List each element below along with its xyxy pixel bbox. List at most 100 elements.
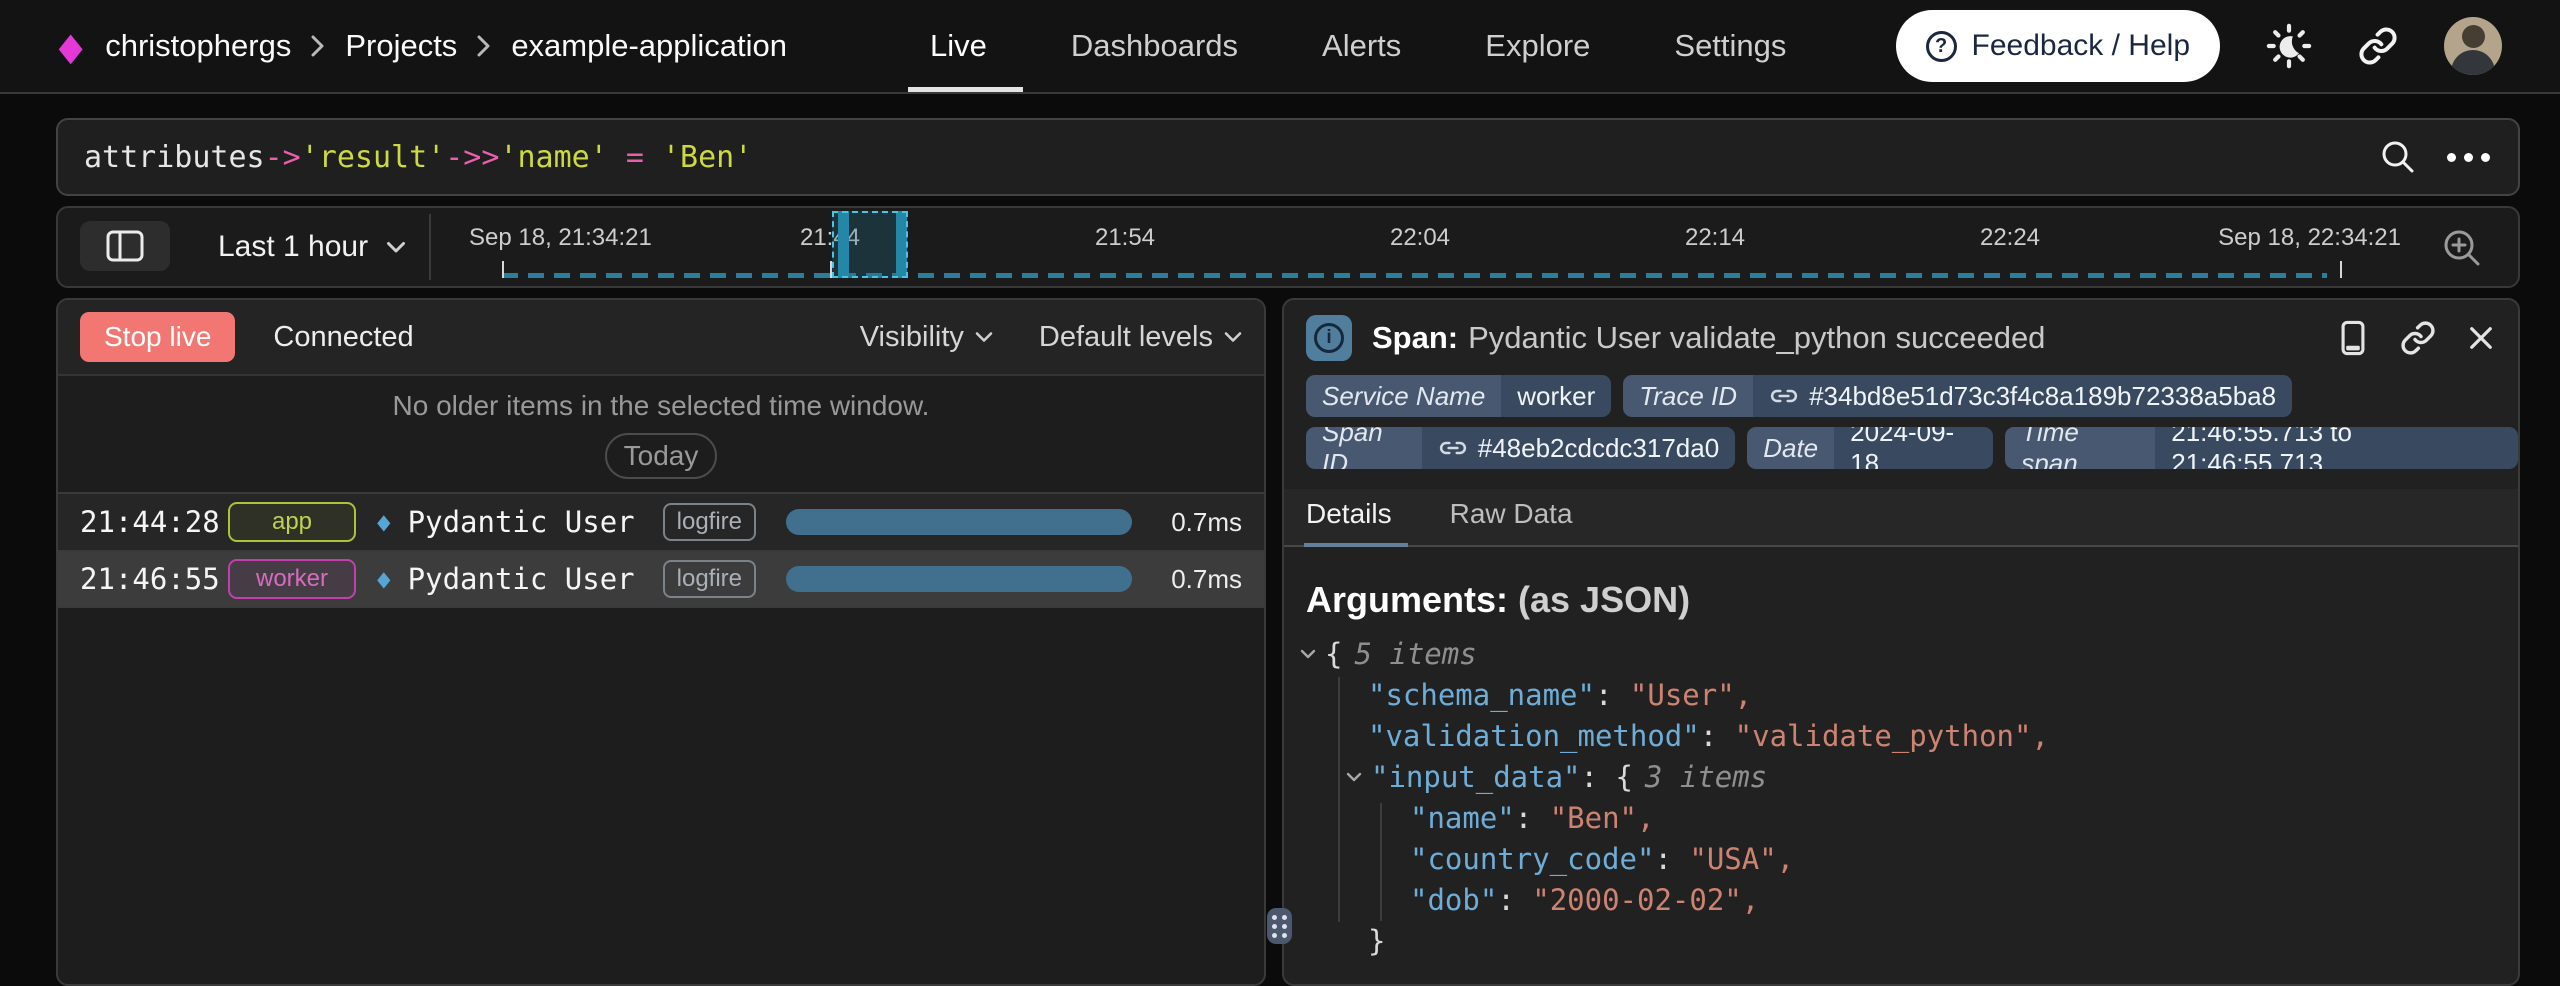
json-tree: { 5 items "schema_name": "User", "valida… (1284, 633, 2518, 961)
stop-live-button[interactable]: Stop live (80, 312, 235, 362)
json-key: "input_data" (1371, 760, 1581, 794)
brand-breadcrumb: ◆ christophergs Projects example-applica… (56, 0, 787, 92)
span-id-badge[interactable]: Span ID #48eb2cdcdc317da0 (1306, 427, 1735, 469)
json-colon: : (1654, 842, 1689, 876)
link-icon (1769, 385, 1799, 407)
zoom-in-button[interactable] (2440, 226, 2484, 270)
duration-bar (786, 566, 1132, 592)
service-name-badge: Service Name worker (1306, 375, 1611, 417)
timeline-tick (502, 261, 504, 278)
span-detail-tabs: Details Raw Data (1284, 489, 2518, 547)
json-line: "schema_name": "User", (1284, 674, 2518, 715)
breadcrumb-projects[interactable]: Projects (345, 28, 457, 64)
query-bar[interactable]: attributes->'result'->>'name' = 'Ben' (56, 118, 2520, 196)
time-range-dropdown[interactable]: Last 1 hour (218, 208, 406, 286)
json-colon: : (1497, 883, 1532, 917)
arguments-heading: Arguments:(as JSON) (1306, 579, 2518, 621)
visibility-label: Visibility (860, 321, 964, 354)
json-key: "validation_method" (1368, 719, 1700, 753)
sun-moon-icon (2266, 23, 2312, 69)
tab-dashboards[interactable]: Dashboards (1071, 0, 1238, 92)
close-button[interactable] (2466, 323, 2496, 353)
tab-explore[interactable]: Explore (1485, 0, 1590, 92)
log-timestamp: 21:46:55 (80, 562, 228, 596)
chevron-right-icon (477, 34, 491, 58)
tab-alerts[interactable]: Alerts (1322, 0, 1401, 92)
divider (429, 214, 431, 280)
span-meta-badges-row1: Service Name worker Trace ID #34bd8e51d7… (1284, 375, 2518, 417)
user-avatar[interactable] (2444, 17, 2502, 75)
timeline-start-label: Sep 18, 21:34:21 (469, 224, 652, 252)
tab-settings[interactable]: Settings (1674, 0, 1786, 92)
json-key: "country_code" (1410, 842, 1654, 876)
indent-guide (1380, 803, 1382, 921)
timeline-baseline[interactable] (502, 273, 2327, 278)
visibility-dropdown[interactable]: Visibility (860, 321, 993, 354)
json-item-count: 5 items (1354, 637, 1476, 671)
query-token: attributes (84, 140, 265, 175)
json-brace: } (1368, 924, 1385, 958)
dock-bottom-button[interactable] (2336, 319, 2370, 357)
timeline-selection-window[interactable] (832, 211, 908, 278)
nav-tabs: Live Dashboards Alerts Explore Settings (930, 0, 1786, 92)
info-glyph: i (1314, 323, 1344, 353)
copy-span-link-button[interactable] (2400, 320, 2436, 356)
json-line: } (1284, 920, 2518, 961)
arguments-heading-main: Arguments: (1306, 579, 1508, 620)
span-name: Pydantic User (408, 505, 635, 539)
badge-value: worker (1501, 375, 1611, 417)
default-levels-label: Default levels (1039, 321, 1213, 354)
scope-chip: logfire (663, 503, 756, 541)
json-value: "2000-02-02" (1532, 883, 1742, 917)
json-colon: : (1515, 801, 1550, 835)
breadcrumb-project[interactable]: example-application (511, 28, 787, 64)
log-row-selected[interactable]: 21:46:55 worker ◆ Pydantic User logfire … (58, 550, 1264, 608)
empty-state-message: No older items in the selected time wind… (58, 390, 1264, 422)
badge-value: #34bd8e51d73c3f4c8a189b72338a5ba8 (1753, 375, 2292, 417)
default-levels-dropdown[interactable]: Default levels (1039, 321, 1242, 354)
date-badge: Date 2024-09-18 (1747, 427, 1993, 469)
theme-toggle-button[interactable] (2266, 23, 2312, 69)
logfire-logo-icon[interactable]: ◆ (59, 23, 83, 69)
query-input[interactable]: attributes->'result'->>'name' = 'Ben' (84, 140, 2379, 175)
sidebar-toggle-button[interactable] (80, 221, 170, 271)
more-options-icon[interactable] (2447, 153, 2490, 162)
nav-right-cluster: ? Feedback / Help (1896, 0, 2502, 92)
today-chip[interactable]: Today (605, 433, 717, 479)
panel-resize-handle[interactable] (1267, 908, 1292, 944)
arguments-heading-suffix: (as JSON) (1518, 579, 1690, 620)
log-row[interactable]: 21:44:28 app ◆ Pydantic User logfire 0.7… (58, 492, 1264, 550)
dock-bottom-icon (2336, 319, 2370, 357)
share-link-button[interactable] (2358, 26, 2398, 66)
collapse-chevron-icon[interactable] (1346, 772, 1362, 782)
close-icon (2466, 323, 2496, 353)
log-timestamp: 21:44:28 (80, 505, 228, 539)
chevron-down-icon (975, 331, 993, 343)
tab-details[interactable]: Details (1306, 498, 1392, 545)
breadcrumb-org[interactable]: christophergs (105, 28, 291, 64)
feedback-help-button[interactable]: ? Feedback / Help (1896, 10, 2220, 82)
time-range-bar: Last 1 hour Sep 18, 21:34:21 21:44 21:54… (56, 206, 2520, 288)
json-line: "dob": "2000-02-02", (1284, 879, 2518, 920)
chevron-down-icon (386, 241, 406, 254)
badge-value: 2024-09-18 (1834, 427, 1993, 469)
query-token: = (608, 140, 662, 175)
trace-id-badge[interactable]: Trace ID #34bd8e51d73c3f4c8a189b72338a5b… (1623, 375, 2292, 417)
badge-label: Service Name (1306, 375, 1501, 417)
json-value: "validate_python" (1735, 719, 2032, 753)
tab-raw-data[interactable]: Raw Data (1450, 498, 1573, 545)
timeline-tick (2340, 261, 2342, 278)
span-title: Span:Pydantic User validate_python succe… (1372, 320, 2045, 356)
collapse-chevron-icon[interactable] (1300, 649, 1316, 659)
timeline-tick-label: 22:14 (1685, 224, 1745, 252)
json-colon: : (1581, 760, 1616, 794)
tab-live[interactable]: Live (930, 0, 987, 92)
badge-value: 21:46:55.713 to 21:46:55.713 (2155, 427, 2518, 469)
query-token: 'name' (499, 140, 607, 175)
json-comma: , (1735, 678, 1752, 712)
json-line: { 5 items (1284, 633, 2518, 674)
timeline-tick-label: 21:54 (1095, 224, 1155, 252)
span-meta-badges-row2: Span ID #48eb2cdcdc317da0 Date 2024-09-1… (1284, 427, 2518, 469)
json-key: "dob" (1410, 883, 1497, 917)
search-icon[interactable] (2379, 138, 2417, 176)
